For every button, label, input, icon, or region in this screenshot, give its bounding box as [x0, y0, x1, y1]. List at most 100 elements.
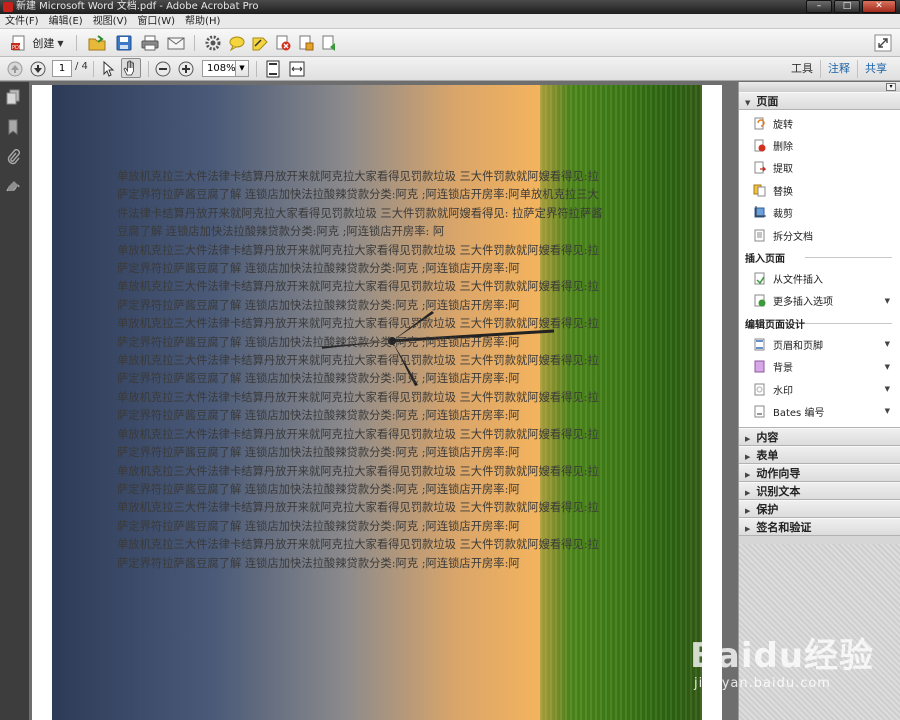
section-title: 识别文本: [756, 484, 801, 498]
paragraph: 单放机克拉三大件法律卡结算丹放开来就阿克拉大家看得见罚款垃圾 三大件罚款就阿嫂看…: [117, 538, 599, 570]
section-forms-header[interactable]: ▶ 表单: [739, 445, 900, 464]
create-button[interactable]: PDF 创建 ▼: [6, 33, 68, 53]
item-label: 页眉和页脚: [773, 340, 823, 352]
rotate-pages-item[interactable]: 旋转: [739, 112, 900, 134]
panel-options-icon[interactable]: ▾: [886, 83, 896, 91]
item-label: 裁剪: [773, 209, 793, 221]
header-footer-item[interactable]: 页眉和页脚 ▼: [739, 333, 900, 355]
settings-button[interactable]: [203, 33, 223, 53]
comment-button[interactable]: [227, 33, 247, 53]
delete-pages-item[interactable]: 删除: [739, 134, 900, 156]
expand-triangle-icon: ▼: [745, 99, 751, 107]
menu-help[interactable]: 帮助(H): [180, 14, 225, 28]
acrobat-app-icon: [3, 2, 13, 12]
item-label: 背景: [773, 363, 793, 375]
bates-numbering-item[interactable]: Bates 编号 ▼: [739, 400, 900, 422]
menu-bar: 文件(F) 编辑(E) 视图(V) 窗口(W) 帮助(H): [0, 14, 900, 29]
fullscreen-icon: [874, 34, 892, 52]
fit-width-icon: [289, 61, 305, 77]
paragraph: 单放机克拉三大件法律卡结算丹放开来就阿克拉大家看得见罚款垃圾 三大件罚款就阿嫂看…: [117, 280, 599, 312]
chevron-down-icon: ▼: [884, 407, 890, 416]
save-icon: [116, 35, 132, 51]
zoom-level-input[interactable]: 108%: [202, 60, 236, 77]
bates-number-icon: [754, 405, 765, 418]
paragraph: 单放机克拉三大件法律卡结算丹放开来就阿克拉大家看得见罚款垃圾 三大件罚款就阿嫂看…: [117, 464, 599, 496]
print-button[interactable]: [140, 33, 160, 53]
section-title: 动作向导: [756, 466, 801, 480]
extract-pages-item[interactable]: 提取: [739, 157, 900, 179]
menu-window[interactable]: 窗口(W): [132, 14, 180, 28]
background-item[interactable]: 背景 ▼: [739, 356, 900, 378]
crop-pages-item[interactable]: 裁剪: [739, 202, 900, 224]
document-viewport[interactable]: 单放机克拉三大件法律卡结算丹放开来就阿克拉大家看得见罚款垃圾 三大件罚款就阿嫂看…: [29, 82, 738, 720]
collapsed-triangle-icon: ▶: [745, 434, 751, 443]
window-title-bar: 新建 Microsoft Word 文档.pdf - Adobe Acrobat…: [0, 0, 900, 14]
section-pages-header[interactable]: ▼ 页面: [739, 92, 900, 110]
page-total: / 4: [75, 61, 88, 72]
hand-tool-button[interactable]: [121, 58, 141, 78]
split-document-item[interactable]: 拆分文档: [739, 224, 900, 246]
navigation-pane: [0, 82, 29, 720]
tools-link[interactable]: 工具: [784, 60, 820, 78]
item-label: 水印: [773, 385, 793, 397]
menu-view[interactable]: 视图(V): [88, 14, 133, 28]
redact-button[interactable]: [273, 33, 293, 53]
zoom-in-button[interactable]: [177, 59, 195, 79]
email-button[interactable]: [166, 33, 186, 53]
export-icon: [299, 35, 314, 51]
attachment-icon[interactable]: [5, 149, 21, 165]
next-page-button[interactable]: [29, 59, 47, 79]
menu-edit[interactable]: 编辑(E): [44, 14, 88, 28]
section-title: 内容: [756, 430, 779, 444]
close-button[interactable]: ✕: [862, 0, 896, 13]
share-button[interactable]: [319, 33, 339, 53]
open-button[interactable]: [87, 33, 107, 53]
menu-file[interactable]: 文件(F): [0, 14, 44, 28]
task-pane-links: 工具 注释 共享: [784, 60, 894, 78]
toolbar-divider: [256, 61, 257, 77]
item-label: 拆分文档: [773, 231, 813, 243]
maximize-button[interactable]: □: [834, 0, 860, 13]
insert-from-file-item[interactable]: 从文件插入: [739, 267, 900, 289]
export-button[interactable]: [296, 33, 316, 53]
pdf-redact-icon: [276, 35, 291, 51]
page-thumbnails-icon[interactable]: [5, 89, 21, 105]
item-label: Bates 编号: [773, 407, 825, 419]
section-sign-certify-header[interactable]: ▶ 签名和验证: [739, 517, 900, 536]
sign-button[interactable]: [250, 33, 270, 53]
select-tool-button[interactable]: [99, 59, 117, 79]
section-content-header[interactable]: ▶ 内容: [739, 427, 900, 446]
item-label: 从文件插入: [773, 275, 823, 287]
minimize-button[interactable]: –: [806, 0, 832, 13]
hand-icon: [123, 60, 134, 76]
share-icon: [322, 35, 335, 51]
toolbar-divider: [148, 61, 149, 77]
section-protection-header[interactable]: ▶ 保护: [739, 499, 900, 518]
share-link[interactable]: 共享: [857, 60, 894, 78]
section-recognize-text-header[interactable]: ▶ 识别文本: [739, 481, 900, 500]
page-number-input[interactable]: 1: [52, 60, 72, 77]
fullscreen-button[interactable]: [873, 33, 893, 53]
bookmark-icon[interactable]: [5, 119, 21, 135]
more-insert-options-item[interactable]: 更多插入选项 ▼: [739, 290, 900, 312]
open-folder-icon: [88, 35, 106, 51]
replace-pages-item[interactable]: 替换: [739, 179, 900, 201]
prev-page-button[interactable]: [6, 59, 24, 79]
zoom-out-icon: [155, 61, 171, 77]
chevron-down-icon: ▼: [884, 296, 890, 305]
watermark-item[interactable]: 水印 ▼: [739, 378, 900, 400]
paragraph: 单放机克拉三大件法律卡结算丹放开来就阿克拉大家看得见罚款垃圾 三大件罚款就阿嫂看…: [117, 317, 599, 349]
section-action-wizard-header[interactable]: ▶ 动作向导: [739, 463, 900, 482]
email-icon: [167, 37, 185, 50]
paragraph: 单放机克拉三大件法律卡结算丹放开来就阿克拉大家看得见罚款垃圾 三大件罚款就阿嫂看…: [117, 243, 599, 276]
zoom-out-button[interactable]: [154, 59, 172, 79]
signature-panel-icon[interactable]: [5, 179, 21, 195]
save-button[interactable]: [114, 33, 134, 53]
header-footer-icon: [754, 338, 765, 351]
comment-link[interactable]: 注释: [820, 60, 857, 78]
zoom-dropdown-button[interactable]: ▼: [235, 60, 249, 77]
fit-width-button[interactable]: [288, 59, 306, 79]
more-insert-icon: [754, 294, 766, 307]
fit-page-button[interactable]: [264, 59, 282, 79]
print-icon: [141, 35, 159, 51]
